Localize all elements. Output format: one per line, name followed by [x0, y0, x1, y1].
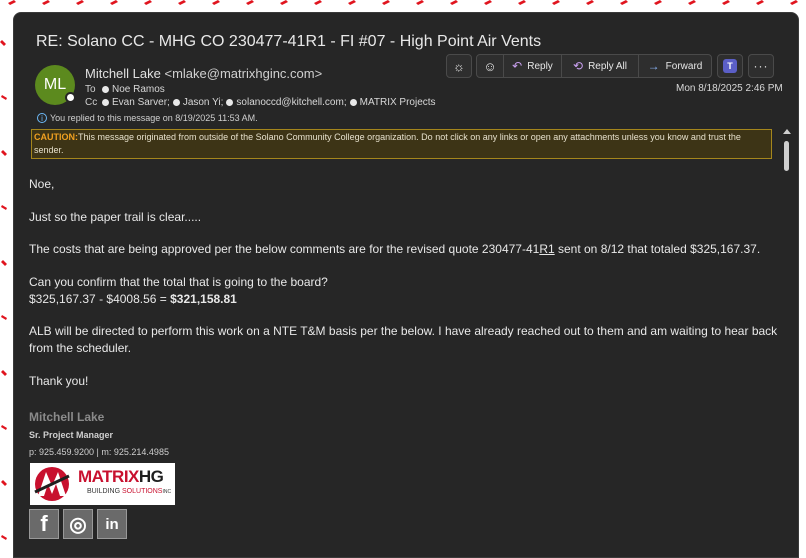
body-paragraph: The costs that are being approved per th… [29, 242, 760, 256]
body-text: The costs that are being approved per th… [29, 242, 540, 256]
body-paragraph: $325,167.37 - $4008.56 = $321,158.81 [29, 292, 237, 306]
logo-wordmark: MATRIXHG [78, 467, 164, 486]
reply-all-label: Reply All [588, 60, 627, 72]
presence-dot-icon [102, 86, 109, 93]
sender-line[interactable]: Mitchell Lake <mlake@matrixhginc.com> [85, 66, 322, 81]
signature-phone: p: 925.459.9200 | m: 925.214.4985 [29, 447, 169, 457]
cc-line: Cc Evan Sarver; Jason Yi; solanoccd@kitc… [85, 97, 436, 108]
instagram-icon: ◎ [69, 513, 87, 536]
avatar-initials: ML [43, 76, 67, 93]
info-icon: i [37, 113, 47, 123]
presence-dot-icon [172, 99, 180, 106]
social-link[interactable]: ◎ [63, 509, 93, 539]
reply-button[interactable]: ↶ Reply [504, 55, 561, 77]
facebook-icon: f [40, 511, 48, 536]
bold-total: $321,158.81 [170, 292, 237, 306]
smiley-icon: ☺ [483, 58, 497, 74]
cc-recipient[interactable]: solanoccd@kitchell.com; [236, 97, 346, 108]
scroll-thumb[interactable] [784, 141, 789, 171]
reply-label: Reply [527, 60, 553, 72]
presence-dot-icon [226, 99, 234, 106]
body-paragraph: from the scheduler. [29, 341, 132, 355]
logo-tagline: BUILDING SOLUTIONSINC [87, 488, 172, 495]
body-text: $325,167.37 - $4008.56 = [29, 292, 171, 306]
forward-icon: → [647, 59, 660, 73]
company-logo[interactable]: MATRIXHG BUILDING SOLUTIONSINC [30, 463, 175, 505]
forward-label: Forward [665, 60, 703, 72]
signature-name: Mitchell Lake [29, 410, 105, 424]
cc-recipient[interactable]: Jason Yi; [183, 97, 224, 108]
caution-text: This message originated from outside of … [34, 132, 741, 155]
reply-icon: ↶ [512, 59, 523, 73]
email-reading-pane: RE: Solano CC - MHG CO 230477-41R1 - FI … [13, 12, 799, 558]
more-actions-button[interactable]: ··· [748, 54, 774, 78]
reply-all-icon: ⟲ [573, 59, 584, 73]
caution-banner: CAUTION:This message originated from out… [31, 129, 772, 159]
response-button-group: ☺ ↶ Reply ⟲ Reply All → Forward [476, 54, 712, 78]
teams-share-button[interactable]: T [717, 54, 743, 78]
to-label: To [85, 84, 96, 95]
linkedin-icon: in [105, 515, 119, 533]
greeting: Noe, [29, 177, 55, 191]
sun-icon: ☼ [453, 58, 465, 74]
cc-recipient[interactable]: Evan Sarver; [112, 97, 170, 108]
body-paragraph: Can you confirm that the total that is g… [29, 275, 328, 289]
social-link[interactable]: f [29, 509, 59, 539]
teams-icon: T [723, 59, 737, 73]
to-line: To Noe Ramos [85, 84, 165, 95]
underlined-text: R1 [539, 242, 555, 256]
body-text: sent on 8/12 that totaled $325,167.37. [554, 242, 761, 256]
social-link[interactable]: in [97, 509, 127, 539]
reply-all-button[interactable]: ⟲ Reply All [562, 55, 638, 77]
emoji-reaction-button[interactable]: ☺ [477, 55, 503, 77]
replied-notice-text: You replied to this message on 8/19/2025… [50, 113, 258, 123]
to-recipient[interactable]: Noe Ramos [112, 84, 165, 95]
signature-title: Sr. Project Manager [29, 430, 114, 440]
closing: Thank you! [29, 374, 89, 388]
sender-name: Mitchell Lake [85, 66, 161, 81]
replied-notice: i You replied to this message on 8/19/20… [37, 113, 258, 123]
more-icon: ··· [753, 59, 769, 73]
presence-dot-icon [102, 99, 109, 106]
presence-status-icon [65, 92, 76, 103]
received-date: Mon 8/18/2025 2:46 PM [676, 83, 783, 94]
cc-recipient[interactable]: MATRIX Projects [360, 97, 436, 108]
caution-label: CAUTION: [34, 132, 78, 142]
body-paragraph: ALB will be directed to perform this wor… [29, 324, 778, 338]
email-subject: RE: Solano CC - MHG CO 230477-41R1 - FI … [36, 33, 542, 50]
cc-label: Cc [85, 97, 98, 108]
matrix-m-logo-icon [34, 467, 70, 501]
vertical-scrollbar[interactable] [782, 129, 792, 557]
presence-dot-icon [349, 99, 357, 106]
sender-email: <mlake@matrixhginc.com> [164, 66, 323, 81]
body-paragraph: Just so the paper trail is clear..... [29, 210, 202, 224]
forward-button[interactable]: → Forward [639, 55, 711, 77]
scroll-up-arrow-icon[interactable] [783, 129, 791, 134]
brightness-button[interactable]: ☼ [446, 54, 472, 78]
